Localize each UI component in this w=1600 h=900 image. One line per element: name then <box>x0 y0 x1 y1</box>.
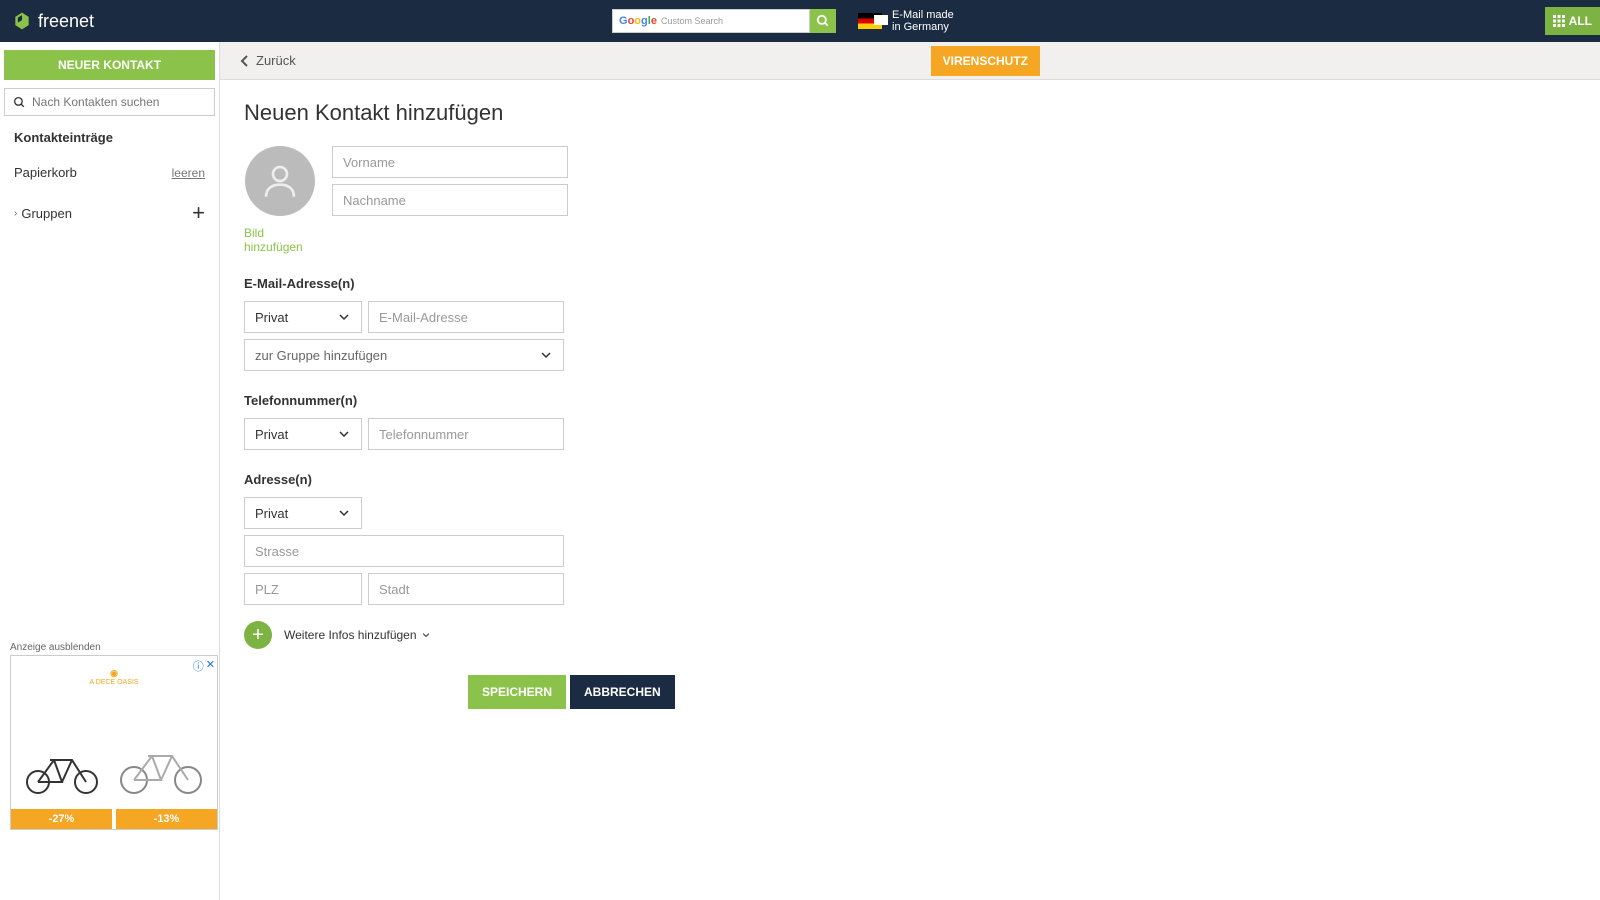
germany-flag-icon <box>858 13 882 29</box>
search-button[interactable] <box>810 9 836 33</box>
envelope-icon <box>874 15 888 25</box>
google-search-input[interactable]: Google Custom Search <box>612 9 810 33</box>
email-section-title: E-Mail-Adresse(n) <box>244 276 1576 291</box>
plus-circle-icon: + <box>244 621 272 649</box>
ad-prices: -27% -13% <box>11 809 217 829</box>
chevron-right-icon: › <box>14 208 17 219</box>
search-icon <box>13 96 26 109</box>
ad-price-1: -27% <box>11 809 112 829</box>
lastname-input[interactable] <box>332 184 568 216</box>
ad-product-1 <box>22 742 102 794</box>
email-type-value: Privat <box>255 310 288 325</box>
grid-icon <box>1553 15 1565 27</box>
sidebar-entries-label: Kontakteinträge <box>14 130 113 145</box>
cancel-button[interactable]: ABBRECHEN <box>570 675 675 709</box>
ad-close-icon[interactable]: ✕ <box>206 658 215 674</box>
chevron-down-icon <box>337 506 351 520</box>
ad-hide-label[interactable]: Anzeige ausblenden <box>10 642 218 653</box>
form-content: Neuen Kontakt hinzufügen Bild hinzufügen… <box>220 80 1600 729</box>
more-info-toggle[interactable]: + Weitere Infos hinzufügen <box>244 621 1576 649</box>
brand-name: freenet <box>38 11 94 32</box>
sidebar-groups-label: Gruppen <box>21 206 72 221</box>
phone-section-title: Telefonnummer(n) <box>244 393 1576 408</box>
contact-search-input[interactable] <box>32 95 206 109</box>
header-search: Google Custom Search <box>612 9 836 33</box>
back-link[interactable]: Zurück <box>240 53 296 68</box>
all-label: ALL <box>1569 14 1592 28</box>
sidebar: NEUER KONTAKT Kontakteinträge Papierkorb… <box>0 42 220 900</box>
sidebar-item-trash[interactable]: Papierkorb leeren <box>0 155 219 190</box>
sidebar-ad: Anzeige ausblenden ⓘ✕ ◉ A DECE OASIS -27… <box>10 642 218 830</box>
firstname-input[interactable] <box>332 146 568 178</box>
ad-box[interactable]: ⓘ✕ ◉ A DECE OASIS -27% -13% <box>10 655 218 830</box>
save-button[interactable]: SPEICHERN <box>468 675 566 709</box>
address-section: Adresse(n) Privat <box>244 472 1576 605</box>
person-icon <box>259 160 301 202</box>
in-germany-text: in Germany <box>892 21 954 33</box>
phone-input[interactable] <box>368 418 564 450</box>
avatar-placeholder[interactable] <box>245 146 315 216</box>
chevron-down-icon <box>337 310 351 324</box>
sidebar-trash-label: Papierkorb <box>14 165 77 180</box>
chevron-left-icon <box>240 54 250 68</box>
email-section: E-Mail-Adresse(n) Privat zur Gruppe hinz… <box>244 276 1576 371</box>
back-label: Zurück <box>256 53 296 68</box>
chevron-down-icon <box>421 630 431 640</box>
name-inputs <box>332 146 568 216</box>
chevron-down-icon <box>337 427 351 441</box>
phone-type-select[interactable]: Privat <box>244 418 362 450</box>
ad-brand-icon: ◉ <box>15 668 213 679</box>
email-type-select[interactable]: Privat <box>244 301 362 333</box>
add-to-group-label: zur Gruppe hinzufügen <box>255 348 387 363</box>
brand-logo[interactable]: freenet <box>12 11 94 32</box>
email-input[interactable] <box>368 301 564 333</box>
email-made-text: E-Mail made <box>892 9 954 21</box>
email-germany-badge: E-Mail made in Germany <box>858 9 954 33</box>
search-custom-label: Custom Search <box>661 16 723 26</box>
google-logo-text: Google <box>619 15 657 27</box>
ad-product-2 <box>116 736 206 794</box>
button-row: SPEICHERN ABBRECHEN <box>468 675 1576 709</box>
sidebar-item-entries[interactable]: Kontakteinträge <box>0 120 219 155</box>
new-contact-button[interactable]: NEUER KONTAKT <box>4 50 215 80</box>
main-content: Zurück VIRENSCHUTZ Neuen Kontakt hinzufü… <box>220 42 1600 900</box>
add-image-link[interactable]: Bild hinzufügen <box>244 226 316 254</box>
chevron-down-icon <box>539 348 553 362</box>
sidebar-item-groups[interactable]: › Gruppen + <box>0 190 219 236</box>
virenschutz-button[interactable]: VIRENSCHUTZ <box>931 46 1040 76</box>
phone-type-value: Privat <box>255 427 288 442</box>
empty-trash-link[interactable]: leeren <box>172 166 205 180</box>
add-to-group-select[interactable]: zur Gruppe hinzufügen <box>244 339 564 371</box>
phone-section: Telefonnummer(n) Privat <box>244 393 1576 450</box>
address-type-value: Privat <box>255 506 288 521</box>
ad-price-2: -13% <box>116 809 217 829</box>
freenet-logo-icon <box>12 11 32 31</box>
content-topbar: Zurück VIRENSCHUTZ <box>220 42 1600 80</box>
plz-input[interactable] <box>244 573 362 605</box>
ad-info-close[interactable]: ⓘ✕ <box>193 658 215 674</box>
street-input[interactable] <box>244 535 564 567</box>
address-section-title: Adresse(n) <box>244 472 1576 487</box>
ad-info-icon: ⓘ <box>193 658 204 674</box>
contact-search[interactable] <box>4 88 215 116</box>
ad-products <box>15 694 213 794</box>
more-info-label: Weitere Infos hinzufügen <box>284 628 417 642</box>
city-input[interactable] <box>368 573 564 605</box>
all-button[interactable]: ALL <box>1545 7 1600 35</box>
name-row: Bild hinzufügen <box>244 146 1576 254</box>
search-icon <box>816 14 830 28</box>
ad-brand-name: A DECE OASIS <box>15 679 213 686</box>
address-type-select[interactable]: Privat <box>244 497 362 529</box>
avatar-column: Bild hinzufügen <box>244 146 316 254</box>
page-title: Neuen Kontakt hinzufügen <box>244 100 1576 126</box>
add-group-icon[interactable]: + <box>192 200 205 226</box>
app-header: freenet Google Custom Search E-Mail made… <box>0 0 1600 42</box>
